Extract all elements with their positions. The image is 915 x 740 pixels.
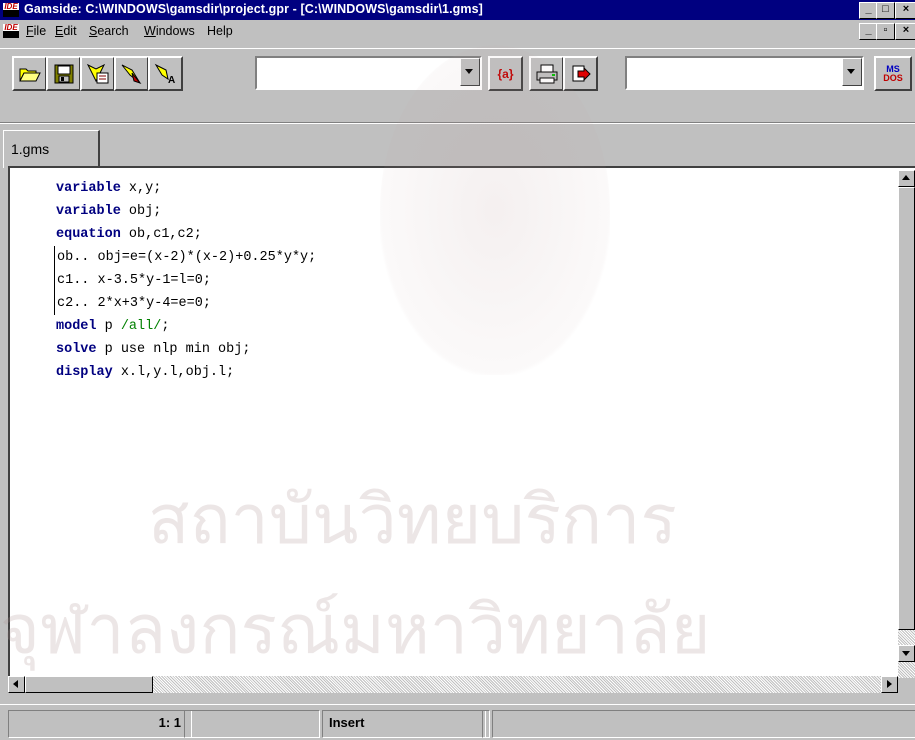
menu-edit[interactable]: Edit bbox=[55, 24, 77, 38]
keyword-token: variable bbox=[56, 181, 121, 196]
code-line[interactable]: c1.. x-3.5*y-1=l=0; bbox=[54, 269, 904, 292]
scroll-left-button[interactable] bbox=[8, 676, 25, 693]
pointer-options-icon: A bbox=[154, 63, 175, 85]
msdos-icon: MS DOS bbox=[883, 63, 903, 83]
cursor-position: 1: 1 bbox=[8, 710, 192, 738]
keyword-token: model bbox=[56, 319, 97, 334]
print-button[interactable] bbox=[529, 56, 564, 91]
code-token: x,y; bbox=[120, 181, 162, 196]
menu-help[interactable]: Help bbox=[207, 24, 233, 38]
keyword-token: solve bbox=[56, 342, 97, 357]
arrow-up-icon bbox=[902, 175, 910, 180]
code-line[interactable]: c2.. 2*x+3*y-4=e=0; bbox=[54, 292, 904, 315]
child-restore-button[interactable]: ▫ bbox=[876, 23, 895, 40]
code-token: x.l,y.l,obj.l; bbox=[112, 365, 235, 380]
run-options-button[interactable]: A bbox=[148, 56, 183, 91]
code-line[interactable]: variable x,y; bbox=[54, 177, 904, 200]
toolbar-separator bbox=[0, 48, 915, 49]
menu-search[interactable]: Search bbox=[89, 24, 129, 38]
command-combo-dropdown[interactable] bbox=[460, 58, 480, 86]
keyword-token: equation bbox=[56, 227, 121, 242]
command-combo[interactable] bbox=[255, 56, 482, 90]
menu-windows[interactable]: Windows bbox=[144, 24, 195, 38]
model-library-button[interactable]: {a} bbox=[488, 56, 523, 91]
status-pane-blank bbox=[184, 710, 320, 738]
code-editor[interactable]: variable x,y; variable obj; equation ob,c1… bbox=[8, 166, 915, 678]
folder-open-icon bbox=[18, 68, 41, 81]
close-icon: × bbox=[902, 24, 910, 36]
arrow-left-icon bbox=[13, 680, 18, 688]
app-icon[interactable]: IDE bbox=[3, 3, 19, 17]
menu-file[interactable]: File bbox=[26, 24, 46, 38]
pointer-project-icon bbox=[86, 63, 108, 83]
restore-icon: ▫ bbox=[883, 24, 888, 36]
arrow-right-icon bbox=[887, 680, 892, 688]
status-bar: 1: 1 Insert bbox=[0, 704, 915, 740]
save-button[interactable] bbox=[46, 56, 81, 91]
code-token: c1.. x-3.5*y-1=l=0; bbox=[57, 273, 211, 288]
title-bar[interactable]: IDE Gamside: C:\WINDOWS\gamsdir\project.… bbox=[0, 0, 915, 20]
open-project-button[interactable] bbox=[80, 56, 115, 91]
printer-icon bbox=[536, 64, 557, 83]
code-token: obj; bbox=[120, 204, 162, 219]
code-token: ; bbox=[161, 319, 170, 334]
open-button[interactable] bbox=[12, 56, 47, 91]
minimize-icon: _ bbox=[865, 3, 872, 15]
status-message bbox=[492, 710, 915, 738]
code-line[interactable]: equation ob,c1,c2; bbox=[54, 223, 904, 246]
document-icon[interactable]: IDE bbox=[3, 24, 19, 38]
code-line[interactable]: ob.. obj=e=(x-2)*(x-2)+0.25*y*y; bbox=[54, 246, 904, 269]
maximize-icon: □ bbox=[882, 3, 889, 15]
minimize-icon: _ bbox=[865, 24, 872, 36]
code-line[interactable]: solve p use nlp min obj; bbox=[54, 338, 904, 361]
code-token: p bbox=[96, 319, 121, 334]
code-line[interactable]: variable obj; bbox=[54, 200, 904, 223]
chevron-down-icon bbox=[465, 69, 473, 74]
svg-text:A: A bbox=[168, 75, 175, 85]
keyword-token: display bbox=[56, 365, 113, 380]
close-button[interactable]: × bbox=[895, 2, 915, 19]
msdos-button[interactable]: MS DOS bbox=[874, 56, 912, 91]
code-token: ob,c1,c2; bbox=[120, 227, 202, 242]
arrow-down-icon bbox=[902, 651, 910, 656]
vertical-scrollbar[interactable] bbox=[898, 170, 915, 678]
code-token: c2.. 2*x+3*y-4=e=0; bbox=[57, 296, 211, 311]
keyword-token: variable bbox=[56, 204, 121, 219]
window-title: Gamside: C:\WINDOWS\gamsdir\project.gpr … bbox=[24, 2, 483, 16]
maximize-button[interactable]: □ bbox=[876, 2, 895, 19]
insert-mode: Insert bbox=[322, 710, 486, 738]
menu-bar: IDE File Edit Search Windows Help _ ▫ × bbox=[0, 20, 915, 42]
tab-1-gms[interactable]: 1.gms bbox=[3, 130, 100, 168]
child-close-button[interactable]: × bbox=[895, 23, 915, 40]
output-button[interactable] bbox=[563, 56, 598, 91]
scroll-right-button[interactable] bbox=[881, 676, 898, 693]
scroll-down-button[interactable] bbox=[898, 645, 915, 662]
braces-a-icon: {a} bbox=[497, 66, 514, 81]
scroll-up-button[interactable] bbox=[898, 170, 915, 187]
tab-strip: 1.gms bbox=[0, 122, 915, 168]
close-icon: × bbox=[902, 3, 910, 15]
search-combo[interactable] bbox=[625, 56, 864, 90]
search-combo-dropdown[interactable] bbox=[842, 58, 862, 86]
editor-gutter bbox=[10, 168, 54, 678]
floppy-disk-icon bbox=[54, 64, 73, 83]
vertical-scroll-thumb[interactable] bbox=[898, 187, 915, 630]
chevron-down-icon bbox=[847, 69, 855, 74]
code-line[interactable]: display x.l,y.l,obj.l; bbox=[54, 361, 904, 384]
code-token: ob.. obj=e=(x-2)*(x-2)+0.25*y*y; bbox=[57, 250, 317, 265]
status-pane-narrow bbox=[482, 710, 490, 738]
code-line[interactable]: model p /all/; bbox=[54, 315, 904, 338]
toolbar: A {a} MS DOS bbox=[0, 42, 915, 102]
horizontal-scrollbar[interactable] bbox=[8, 676, 898, 693]
code-token: p use nlp min obj; bbox=[96, 342, 251, 357]
run-button[interactable] bbox=[114, 56, 149, 91]
code-lines: variable x,y; variable obj; equation ob,c1… bbox=[54, 177, 904, 384]
set-token: /all/ bbox=[120, 319, 162, 334]
horizontal-scroll-thumb[interactable] bbox=[25, 676, 153, 693]
pointer-run-icon bbox=[121, 64, 141, 84]
tab-label: 1.gms bbox=[11, 141, 50, 157]
page-arrow-icon bbox=[572, 65, 591, 81]
